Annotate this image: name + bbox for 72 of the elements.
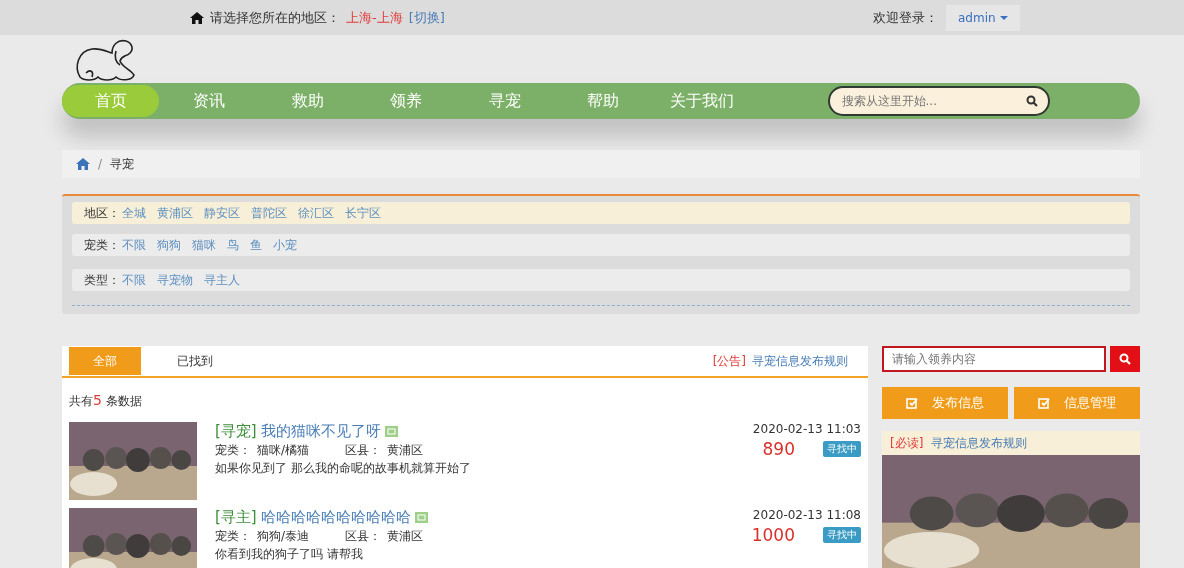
notice-tag: [必读] (890, 434, 924, 452)
nav-item[interactable]: 寻宠 (456, 85, 553, 117)
home-icon (76, 158, 90, 170)
filter-label: 地区： (84, 204, 120, 222)
post-title[interactable]: 哈哈哈哈哈哈哈哈哈哈 (260, 508, 411, 527)
filter-option[interactable]: 寻宠物 (157, 271, 193, 289)
filter-option[interactable]: 猫咪 (192, 236, 216, 254)
filter-label: 宠类： (84, 236, 120, 254)
user-menu[interactable]: admin (946, 4, 1020, 31)
search-icon (1025, 95, 1038, 107)
notice-tag: [公告] (712, 352, 746, 370)
filter-option[interactable]: 黄浦区 (157, 204, 193, 222)
current-region: 上海-上海 (346, 8, 403, 27)
caret-icon (999, 15, 1008, 20)
district-label: 区县： (345, 528, 382, 545)
nav-item[interactable]: 领养 (357, 85, 455, 117)
status-badge: 寻找中 (823, 527, 861, 543)
pet-type: 猫咪/橘猫 (257, 442, 310, 459)
breadcrumb-separator: / (98, 157, 103, 171)
post-date: 2020-02-13 11:08 (752, 508, 861, 522)
post-description: 如果你见到了 那么我的命呢的故事机就算开始了 (215, 460, 472, 477)
filter-option[interactable]: 长宁区 (345, 204, 381, 222)
post-date: 2020-02-13 11:03 (752, 422, 861, 436)
filter-option[interactable]: 全城 (122, 204, 146, 222)
search-field[interactable]: 搜索从这里开始... (827, 86, 1050, 116)
pet-label: 宠类： (215, 528, 251, 545)
breadcrumb-current: 寻宠 (110, 155, 135, 173)
post-tag: [寻主] (215, 508, 257, 527)
action-button[interactable]: 信息管理 (1014, 387, 1140, 419)
record-count: 共有5 条数据 (68, 391, 143, 410)
filter-option[interactable]: 不限 (122, 236, 146, 254)
nav-item[interactable]: 救助 (259, 85, 356, 117)
reward-amount: 1000 (751, 525, 795, 545)
reward-amount: 890 (762, 439, 795, 459)
home-icon (190, 11, 204, 24)
district: 黄浦区 (387, 442, 424, 459)
region-prompt: 请选择您所在的地区： (210, 8, 340, 27)
filter-option[interactable]: 小宠 (273, 236, 297, 254)
nav-item[interactable]: 首页 (62, 85, 159, 117)
edit-icon (1038, 397, 1050, 409)
filter-option[interactable]: 寻主人 (204, 271, 240, 289)
nav-item[interactable]: 资讯 (160, 85, 258, 117)
status-badge: 寻找中 (823, 441, 861, 457)
pet-label: 宠类： (215, 442, 251, 459)
filter-option[interactable]: 徐汇区 (298, 204, 334, 222)
filter-option[interactable]: 狗狗 (157, 236, 181, 254)
district: 黄浦区 (387, 528, 424, 545)
filter-option[interactable]: 普陀区 (251, 204, 287, 222)
post-title[interactable]: 我的猫咪不见了呀 (260, 422, 381, 441)
post-description: 你看到我的狗子了吗 请帮我 (215, 546, 364, 563)
notice-link[interactable]: 寻宠信息发布规则 (752, 352, 848, 370)
list-tab[interactable]: 全部 (69, 347, 141, 375)
pet-type: 狗狗/泰迪 (257, 528, 310, 545)
filter-option[interactable]: 鱼 (250, 236, 262, 254)
district-label: 区县： (345, 442, 382, 459)
filter-option[interactable]: 不限 (122, 271, 146, 289)
switch-link[interactable]: [切换] (408, 8, 445, 27)
search-field[interactable]: 请输入领养内容 (882, 346, 1106, 372)
action-button[interactable]: 发布信息 (882, 387, 1008, 419)
image-icon (414, 512, 428, 523)
nav-item[interactable]: 帮助 (554, 85, 652, 117)
nav-item[interactable]: 关于我们 (653, 85, 750, 117)
notice-link[interactable]: 寻宠信息发布规则 (931, 434, 1028, 452)
image-icon (384, 426, 398, 437)
edit-icon (906, 397, 918, 409)
welcome-text: 欢迎登录： (873, 8, 938, 27)
search-icon (1119, 353, 1131, 365)
post-tag: [寻宠] (215, 422, 257, 441)
filter-option[interactable]: 静安区 (204, 204, 240, 222)
search-button[interactable] (1110, 346, 1140, 372)
filter-option[interactable]: 鸟 (227, 236, 239, 254)
filter-label: 类型： (84, 271, 120, 289)
